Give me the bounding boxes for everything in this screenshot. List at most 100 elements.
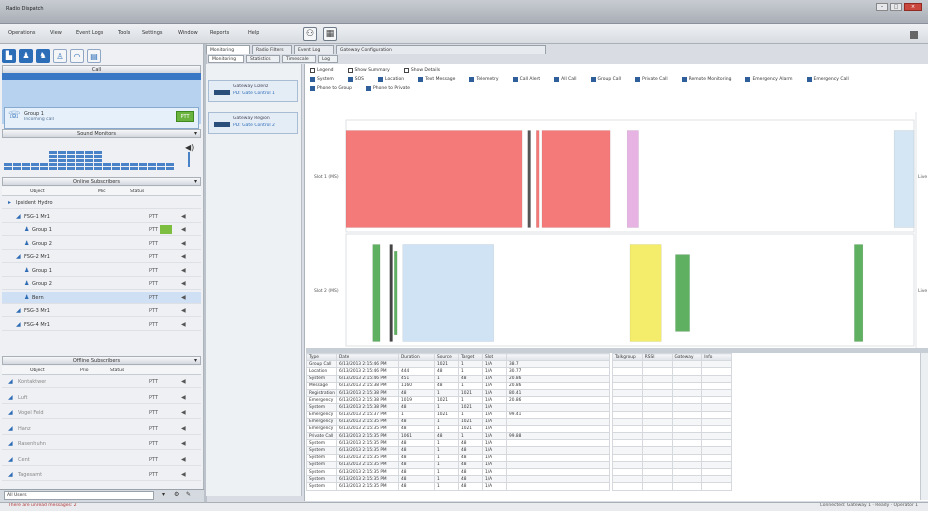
offline-row[interactable]: ◢ Rasenhuhn PTT ◀ xyxy=(2,438,201,450)
subscriber-row[interactable]: ▸ Ipsident Hydro xyxy=(2,197,201,209)
table-row[interactable]: System 6/13/2013 2:15:35 PM 48 1 48 1/A xyxy=(306,475,610,484)
gateway-card[interactable]: Gateway Region PD: Gate Control 2 xyxy=(208,112,298,134)
offline-row[interactable]: ◢ Luft PTT ◀ xyxy=(2,392,201,404)
speaker-icon[interactable]: ◀) xyxy=(185,143,194,152)
ptt-button[interactable]: PTT xyxy=(149,281,158,287)
speaker-icon[interactable]: ◀ xyxy=(181,280,186,287)
table-scrollbar[interactable] xyxy=(920,353,928,500)
table-row[interactable] xyxy=(612,360,732,369)
column-header[interactable]: Source xyxy=(434,352,459,362)
speaker-icon[interactable]: ◀ xyxy=(181,226,186,233)
legend-checkbox[interactable]: All Call xyxy=(554,77,577,82)
tab-gateway-configuration[interactable]: Gateway Configuration xyxy=(336,45,546,54)
speaker-icon[interactable]: ◀ xyxy=(181,425,186,432)
ptt-button[interactable]: PTT xyxy=(149,410,158,416)
edit-icon[interactable]: ✎ xyxy=(186,491,191,498)
column-header[interactable]: Duration xyxy=(398,352,435,362)
subscriber-row[interactable]: ◢ FSG-3 Mr1 PTT ◀ xyxy=(2,305,201,317)
minimize-button[interactable]: – xyxy=(876,3,888,11)
offline-row[interactable]: ◢ Cent PTT ◀ xyxy=(2,454,201,466)
column-header[interactable]: Type xyxy=(306,352,337,362)
ptt-button[interactable]: PTT xyxy=(149,322,158,328)
subscriber-row[interactable]: ◢ FSG-1 Mr1 PTT ◀ xyxy=(2,211,201,223)
subscriber-row[interactable]: ◢ FSG-4 Mr1 PTT ◀ xyxy=(2,319,201,331)
chevron-down-icon[interactable]: ▾ xyxy=(194,130,197,137)
headset-icon[interactable]: ◠ xyxy=(70,49,84,63)
speaker-icon[interactable]: ◀ xyxy=(181,321,186,328)
ptt-button[interactable]: PTT xyxy=(149,295,158,301)
table-row[interactable]: Emergency 6/13/2013 2:15:38 PM 1019 1021 1 1/… xyxy=(306,396,610,405)
table-row[interactable]: System 6/13/2013 2:15:35 PM 48 1 48 1/A xyxy=(306,453,610,462)
legend-checkbox[interactable]: Text Message xyxy=(418,77,455,82)
subtab-timescale[interactable]: Timescale xyxy=(282,55,316,63)
menu-item[interactable]: Operations xyxy=(8,30,36,36)
table-row[interactable] xyxy=(612,381,732,390)
column-header[interactable]: Slot xyxy=(482,352,507,362)
subscriber-row[interactable]: ♟ Bern PTT ◀ xyxy=(2,291,201,304)
volume-slider[interactable] xyxy=(188,152,190,167)
speaker-icon[interactable]: ◀ xyxy=(181,409,186,416)
settings-icon[interactable]: ⚙ xyxy=(174,491,179,498)
legend-checkbox[interactable]: Call Alert xyxy=(512,77,540,82)
legend-checkbox[interactable]: Location xyxy=(378,77,404,82)
menu-item[interactable]: View xyxy=(50,30,62,36)
legend-checkbox[interactable]: Emergency Call xyxy=(806,77,849,82)
legend-checkbox[interactable]: Phone to Private xyxy=(366,86,410,91)
menu-item[interactable]: Reports xyxy=(210,30,229,36)
speaker-icon[interactable]: ◀ xyxy=(181,378,186,385)
table-row[interactable]: System 6/13/2013 2:15:35 PM 48 1 48 1/A xyxy=(306,460,610,470)
table-row[interactable]: Emergency 6/13/2013 2:15:35 PM 48 1 1021 1/A xyxy=(306,424,610,434)
table-row[interactable] xyxy=(612,439,732,448)
table-row[interactable]: Group Call 6/13/2013 2:15:46 PM 1021 1 1/A 38… xyxy=(306,360,610,369)
speaker-icon[interactable]: ◀ xyxy=(181,307,186,314)
ptt-button[interactable]: PTT xyxy=(149,268,158,274)
table-row[interactable] xyxy=(612,410,732,419)
table-row[interactable] xyxy=(612,460,732,470)
close-button[interactable]: × xyxy=(904,3,922,11)
tab-radio-filters[interactable]: Radio Filters xyxy=(252,45,292,54)
legend-checkbox[interactable]: Private Call xyxy=(635,77,668,82)
table-row[interactable]: System 6/13/2013 2:15:38 PM 48 1 1021 1/A xyxy=(306,403,610,412)
gateway-card[interactable]: Gateway Lizenz PD: Gate Control 1 xyxy=(208,80,298,102)
offline-row[interactable]: ◢ Tagesamt PTT ◀ xyxy=(2,469,201,481)
column-header[interactable]: Date xyxy=(336,352,399,362)
table-row[interactable] xyxy=(612,446,732,455)
ptt-button[interactable]: PTT xyxy=(149,308,158,314)
user-group-icon[interactable]: ♞ xyxy=(36,49,50,63)
legend-checkbox[interactable]: Show Summary xyxy=(347,68,390,73)
table-row[interactable]: System 6/13/2013 2:15:35 PM 48 1 48 1/A xyxy=(306,482,610,491)
calendar-icon[interactable]: ▦ xyxy=(323,27,337,41)
ptt-button[interactable]: PTT xyxy=(149,241,158,247)
legend-checkbox[interactable]: Telemetry xyxy=(469,77,499,82)
column-header[interactable]: Talkgroup xyxy=(612,352,643,362)
offline-section-header[interactable]: Offline Subscribers ▾ xyxy=(2,356,201,365)
ptt-button[interactable]: PTT xyxy=(149,214,158,220)
speaker-icon[interactable]: ◀ xyxy=(181,240,186,247)
subtab-statistics[interactable]: Statistics xyxy=(246,55,280,63)
tab-monitoring[interactable]: Monitoring xyxy=(206,45,250,54)
table-row[interactable]: Private Call 6/13/2013 2:15:35 PM 1061 48 1 1… xyxy=(306,432,610,441)
chevron-down-icon[interactable]: ▾ xyxy=(194,357,197,364)
table-row[interactable] xyxy=(612,374,732,383)
menu-item[interactable]: Event Logs xyxy=(76,30,103,36)
column-header[interactable]: Gateway xyxy=(671,352,703,362)
ptt-button[interactable]: PTT xyxy=(149,379,158,385)
subscriber-row[interactable]: ♟ Group 2 PTT ◀ xyxy=(2,278,201,290)
subscriber-row[interactable]: ◢ FSG-2 Mr1 PTT ◀ xyxy=(2,251,201,263)
grid-icon[interactable]: ▤ xyxy=(87,49,101,63)
menu-item[interactable]: Window xyxy=(178,30,198,36)
table-row[interactable]: Emergency 6/13/2013 2:15:35 PM 48 1 1021 1/A xyxy=(306,417,610,426)
subtab-monitoring[interactable]: Monitoring xyxy=(208,55,244,63)
subscriber-row[interactable]: ♟ Group 1 PTT ◀ xyxy=(2,224,201,236)
offline-row[interactable]: ◢ Vogel Feld PTT ◀ xyxy=(2,407,201,419)
table-row[interactable] xyxy=(612,432,732,441)
legend-checkbox[interactable]: Show Details xyxy=(403,68,440,73)
table-row[interactable]: System 6/13/2013 2:15:46 PM 451 1 48 1/A 20.86 xyxy=(306,374,610,383)
subtab-log[interactable]: Log xyxy=(318,55,338,63)
table-row[interactable] xyxy=(612,396,732,405)
tab-event-log[interactable]: Event Log xyxy=(294,45,334,54)
legend-checkbox[interactable]: Group Call xyxy=(590,77,621,82)
speaker-icon[interactable]: ◀ xyxy=(181,213,186,220)
ptt-button[interactable]: PTT xyxy=(149,472,158,478)
subscriber-row[interactable]: ♟ Group 1 PTT ◀ xyxy=(2,265,201,277)
